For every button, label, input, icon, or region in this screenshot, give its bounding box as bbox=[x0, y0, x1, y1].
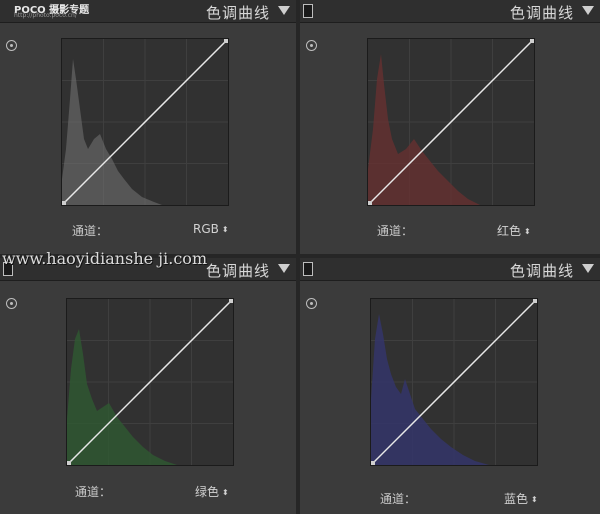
channel-label: 通道： bbox=[380, 492, 417, 506]
stepper-arrows-icon: ⬍ bbox=[531, 495, 538, 504]
target-adjust-icon[interactable] bbox=[306, 40, 317, 51]
panel-title: 色调曲线 bbox=[205, 4, 270, 22]
logo-url: http://photo.poco.cn/ bbox=[14, 12, 77, 19]
channel-value: 蓝色 bbox=[504, 492, 529, 506]
panel-header[interactable]: 色调曲线 bbox=[300, 0, 600, 23]
curve-point-white[interactable] bbox=[530, 39, 534, 43]
channel-label: 通道： bbox=[377, 224, 414, 238]
panel-title: 色调曲线 bbox=[205, 262, 270, 280]
target-adjust-icon[interactable] bbox=[6, 298, 17, 309]
channel-select[interactable]: 绿色 ⬍ bbox=[195, 483, 229, 500]
tone-curve-panel-red: 色调曲线 通道： 红色 ⬍ bbox=[300, 0, 600, 254]
collapse-triangle-icon[interactable] bbox=[278, 264, 290, 273]
channel-value: 红色 bbox=[497, 224, 522, 238]
curve-point-black[interactable] bbox=[67, 461, 71, 465]
panel-header[interactable]: 色调曲线 bbox=[300, 258, 600, 281]
channel-value: 绿色 bbox=[195, 485, 220, 499]
stepper-arrows-icon: ⬍ bbox=[524, 227, 531, 236]
collapse-triangle-icon[interactable] bbox=[278, 6, 290, 15]
channel-label: 通道： bbox=[72, 224, 109, 238]
panel-switch-icon[interactable] bbox=[303, 4, 313, 18]
panel-title: 色调曲线 bbox=[509, 4, 574, 22]
panel-title: 色调曲线 bbox=[509, 262, 574, 280]
tone-curve-panel-rgb: POCO 摄影专题 http://photo.poco.cn/ 色调曲线 通道：… bbox=[0, 0, 296, 254]
curve-graph[interactable] bbox=[61, 38, 229, 206]
panel-header[interactable]: POCO 摄影专题 http://photo.poco.cn/ 色调曲线 bbox=[0, 0, 296, 23]
curve-point-white[interactable] bbox=[533, 299, 537, 303]
histogram bbox=[371, 314, 489, 465]
tone-curve-panel-blue: 色调曲线 通道： 蓝色 ⬍ bbox=[300, 258, 600, 514]
channel-select[interactable]: 红色 ⬍ bbox=[497, 222, 531, 239]
target-adjust-icon[interactable] bbox=[6, 40, 17, 51]
tone-curve-panel-green: 色调曲线 通道： 绿色 ⬍ bbox=[0, 258, 296, 514]
curve-graph[interactable] bbox=[66, 298, 234, 466]
channel-label: 通道： bbox=[75, 485, 112, 499]
histogram bbox=[67, 329, 177, 465]
channel-value: RGB bbox=[193, 222, 219, 236]
collapse-triangle-icon[interactable] bbox=[582, 6, 594, 15]
curve-point-white[interactable] bbox=[224, 39, 228, 43]
curve-point-black[interactable] bbox=[371, 461, 375, 465]
curve-point-white[interactable] bbox=[229, 299, 233, 303]
curve-graph[interactable] bbox=[367, 38, 535, 206]
curve-point-black[interactable] bbox=[62, 201, 66, 205]
stepper-arrows-icon: ⬍ bbox=[222, 488, 229, 497]
panel-switch-icon[interactable] bbox=[303, 262, 313, 276]
curve-point-black[interactable] bbox=[368, 201, 372, 205]
stepper-arrows-icon: ⬍ bbox=[221, 225, 229, 234]
collapse-triangle-icon[interactable] bbox=[582, 264, 594, 273]
curve-graph[interactable] bbox=[370, 298, 538, 466]
channel-select[interactable]: 蓝色 ⬍ bbox=[504, 490, 538, 507]
channel-select[interactable]: RGB ⬍ bbox=[193, 222, 229, 236]
target-adjust-icon[interactable] bbox=[306, 298, 317, 309]
histogram bbox=[368, 54, 480, 205]
poco-logo: POCO 摄影专题 http://photo.poco.cn/ bbox=[0, 0, 92, 22]
site-watermark: www.haoyidianshe ji.com bbox=[2, 249, 208, 268]
